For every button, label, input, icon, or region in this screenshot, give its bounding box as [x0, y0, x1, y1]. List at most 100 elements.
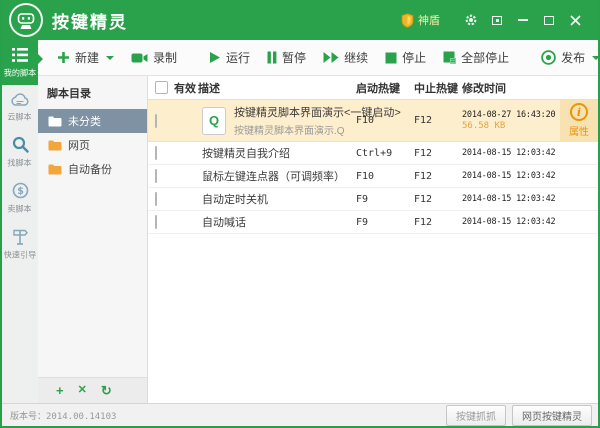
pause-button[interactable]: 暂停: [262, 45, 311, 70]
table-row[interactable]: 自动定时关机 F9 F12 2014-08-15 12:03:42: [148, 188, 598, 211]
add-category-button[interactable]: +: [56, 384, 64, 397]
run-label: 运行: [226, 51, 251, 65]
shield-badge[interactable]: 神盾: [401, 12, 440, 28]
mini-mode-button[interactable]: [484, 8, 510, 32]
record-button[interactable]: 录制: [126, 45, 182, 70]
row-checkbox[interactable]: [155, 146, 157, 160]
table-row[interactable]: Q 按键精灵脚本界面演示<一键启动> 按键精灵脚本界面演示.Q F10 F12 …: [148, 100, 598, 142]
row-checkbox[interactable]: [155, 169, 157, 183]
start-hotkey: Ctrl+9: [356, 147, 393, 159]
table-row[interactable]: 自动喊话 F9 F12 2014-08-15 12:03:42: [148, 211, 598, 234]
publish-label: 发布: [561, 51, 586, 65]
sidebar-item-label: 云脚本: [7, 112, 33, 122]
stop-hotkey: F12: [414, 115, 433, 126]
row-checkbox[interactable]: [155, 192, 157, 206]
tree-action-bar: + ✕ ↻: [38, 377, 147, 403]
column-header-valid: 有效: [174, 82, 196, 95]
select-all-checkbox[interactable]: [155, 81, 168, 94]
badge-label: 神盾: [418, 15, 440, 27]
mini-mode-icon: [492, 15, 502, 25]
table-row[interactable]: 鼠标左键连点器（可调频率） F10 F12 2014-08-15 12:03:4…: [148, 165, 598, 188]
pause-icon: [267, 51, 277, 64]
column-header-start-hotkey: 启动热键: [356, 82, 400, 95]
info-icon: i: [570, 103, 588, 121]
tree-item-uncategorized[interactable]: 未分类: [38, 109, 147, 133]
script-title: 鼠标左键连点器（可调频率）: [202, 171, 345, 183]
stop-hotkey: F12: [414, 147, 433, 159]
minimize-icon: [518, 19, 528, 21]
web-quickmacro-button[interactable]: 网页按键精灵: [512, 404, 592, 426]
maximize-button[interactable]: [536, 8, 562, 32]
stop-hotkey: F12: [414, 216, 433, 228]
column-header-stop-hotkey: 中止热键: [414, 82, 458, 95]
continue-label: 继续: [344, 51, 369, 65]
table-row[interactable]: 按键精灵自我介绍 Ctrl+9 F12 2014-08-15 12:03:42: [148, 142, 598, 165]
stop-icon: [385, 52, 397, 64]
row-checkbox[interactable]: [155, 215, 157, 229]
tree-item-auto-backup[interactable]: 自动备份: [38, 157, 147, 181]
tree-panel-title: 脚本目录: [47, 88, 91, 100]
new-script-button[interactable]: 新建: [52, 45, 119, 70]
tree-item-label: 网页: [68, 140, 90, 152]
stop-all-icon: [443, 51, 457, 64]
script-title: 自动定时关机: [202, 194, 268, 206]
key-capture-button[interactable]: 按键抓抓: [446, 404, 506, 426]
app-logo: [9, 3, 43, 37]
signpost-icon: [11, 228, 29, 245]
delete-category-button[interactable]: ✕: [78, 385, 87, 396]
play-icon: [209, 51, 221, 64]
modified-time: 2014-08-15 12:03:42: [462, 171, 556, 181]
script-title: 按键精灵脚本界面演示<一键启动>: [234, 107, 401, 119]
stop-button[interactable]: 停止: [380, 45, 431, 70]
record-label: 录制: [153, 51, 178, 65]
script-directory-panel: 脚本目录 未分类 网页 自动备份 + ✕ ↻: [38, 76, 148, 403]
folder-icon: [48, 164, 62, 175]
stop-hotkey: F12: [414, 193, 433, 205]
sidebar-item-quick-guide[interactable]: 快速引导: [2, 221, 38, 267]
run-button[interactable]: 运行: [204, 45, 255, 70]
close-icon: [570, 15, 581, 26]
tree-item-label: 未分类: [68, 116, 101, 128]
pause-label: 暂停: [282, 51, 307, 65]
refresh-button[interactable]: ↻: [101, 384, 112, 397]
continue-button[interactable]: 继续: [318, 45, 373, 70]
table-header-row: 有效 描述 启动热键 中止热键 修改时间: [148, 76, 598, 100]
sidebar-item-label: 找脚本: [7, 158, 33, 168]
properties-label: 属性: [569, 127, 589, 138]
toolbar: 新建 录制 运行 暂停 继续 停止 全部停止 发布: [38, 40, 598, 76]
settings-gear-button[interactable]: [458, 8, 484, 32]
fast-forward-icon: [323, 51, 339, 64]
title-bar: 按键精灵 神盾: [2, 0, 598, 40]
search-icon: [12, 136, 29, 153]
sidebar-item-label: 我的脚本: [3, 68, 37, 78]
start-hotkey: F9: [356, 193, 369, 205]
maximize-icon: [544, 15, 554, 25]
version-label: 版本号：2014.00.14103: [10, 411, 117, 422]
sidebar-item-label: 快速引导: [3, 250, 37, 260]
modified-time: 2014-08-15 12:03:42: [462, 148, 556, 158]
minimize-button[interactable]: [510, 8, 536, 32]
close-button[interactable]: [562, 8, 588, 32]
start-hotkey: F10: [356, 170, 375, 182]
column-header-desc: 描述: [198, 82, 220, 95]
modified-time: 2014-08-15 12:03:42: [462, 194, 556, 204]
properties-button[interactable]: i 属性: [560, 100, 598, 141]
script-file-icon: Q: [202, 106, 226, 135]
new-script-label: 新建: [75, 51, 100, 65]
chevron-down-icon: [592, 55, 598, 60]
sidebar-item-sell-scripts[interactable]: $ 卖脚本: [2, 175, 38, 221]
publish-icon: [541, 50, 556, 65]
publish-button[interactable]: 发布: [536, 45, 598, 70]
sidebar-item-label: 卖脚本: [7, 204, 33, 214]
plus-icon: [57, 51, 70, 64]
sidebar-item-cloud-scripts[interactable]: 云脚本: [2, 85, 38, 129]
column-header-modified: 修改时间: [462, 82, 506, 95]
tree-item-web[interactable]: 网页: [38, 133, 147, 157]
folder-icon: [48, 140, 62, 151]
sidebar-item-my-scripts[interactable]: 我的脚本: [2, 40, 43, 85]
script-table: 有效 描述 启动热键 中止热键 修改时间 Q 按键精灵脚本界面演示<一键启动> …: [148, 76, 598, 403]
sidebar-item-find-scripts[interactable]: 找脚本: [2, 129, 38, 175]
row-checkbox[interactable]: [155, 113, 157, 128]
script-title: 按键精灵自我介绍: [202, 148, 290, 160]
stop-all-button[interactable]: 全部停止: [438, 45, 514, 70]
